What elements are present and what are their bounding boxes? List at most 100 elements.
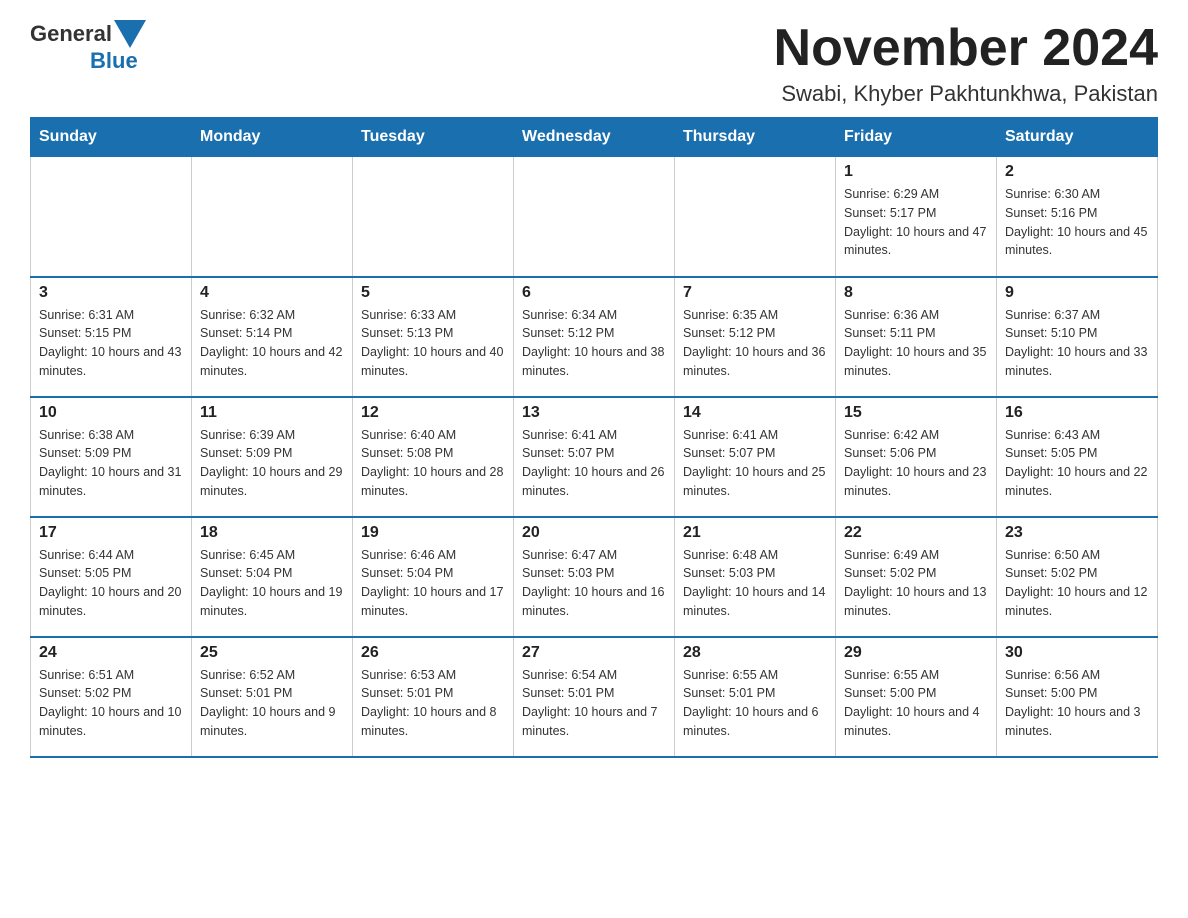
day-info: Sunrise: 6:34 AMSunset: 5:12 PMDaylight:…	[522, 306, 666, 381]
day-number: 28	[683, 644, 827, 662]
day-info: Sunrise: 6:46 AMSunset: 5:04 PMDaylight:…	[361, 546, 505, 621]
title-section: November 2024 Swabi, Khyber Pakhtunkhwa,…	[774, 20, 1158, 107]
day-number: 7	[683, 284, 827, 302]
day-info: Sunrise: 6:30 AMSunset: 5:16 PMDaylight:…	[1005, 185, 1149, 260]
calendar-cell	[31, 157, 192, 277]
calendar-cell: 19Sunrise: 6:46 AMSunset: 5:04 PMDayligh…	[353, 517, 514, 637]
day-info: Sunrise: 6:32 AMSunset: 5:14 PMDaylight:…	[200, 306, 344, 381]
calendar-cell: 29 Sunrise: 6:55 AMSunset: 5:00 PMDayligh…	[836, 637, 997, 757]
calendar-cell: 13 Sunrise: 6:41 AMSunset: 5:07 PMDayligh…	[514, 397, 675, 517]
day-number: 14	[683, 404, 827, 422]
logo-general-text: General	[30, 21, 112, 47]
calendar-header-sunday: Sunday	[31, 118, 192, 157]
calendar-week-row: 17 Sunrise: 6:44 AMSunset: 5:05 PMDayligh…	[31, 517, 1158, 637]
day-number: 10	[39, 404, 183, 422]
day-number: 21	[683, 524, 827, 542]
calendar-cell: 1 Sunrise: 6:29 AMSunset: 5:17 PMDaylight…	[836, 157, 997, 277]
day-number: 9	[1005, 284, 1149, 302]
calendar-cell: 8Sunrise: 6:36 AMSunset: 5:11 PMDaylight…	[836, 277, 997, 397]
day-info: Sunrise: 6:44 AMSunset: 5:05 PMDaylight:…	[39, 546, 183, 621]
calendar-cell: 12 Sunrise: 6:40 AMSunset: 5:08 PMDayligh…	[353, 397, 514, 517]
day-info: Sunrise: 6:53 AMSunset: 5:01 PMDaylight:…	[361, 666, 505, 741]
day-number: 23	[1005, 524, 1149, 542]
day-number: 15	[844, 404, 988, 422]
day-number: 18	[200, 524, 344, 542]
day-number: 12	[361, 404, 505, 422]
calendar-cell: 3 Sunrise: 6:31 AMSunset: 5:15 PMDaylight…	[31, 277, 192, 397]
calendar-cell: 20 Sunrise: 6:47 AMSunset: 5:03 PMDayligh…	[514, 517, 675, 637]
calendar-cell: 21 Sunrise: 6:48 AMSunset: 5:03 PMDayligh…	[675, 517, 836, 637]
day-info: Sunrise: 6:43 AMSunset: 5:05 PMDaylight:…	[1005, 426, 1149, 501]
day-info: Sunrise: 6:36 AMSunset: 5:11 PMDaylight:…	[844, 306, 988, 381]
calendar-cell: 24Sunrise: 6:51 AMSunset: 5:02 PMDayligh…	[31, 637, 192, 757]
day-number: 1	[844, 163, 988, 181]
day-info: Sunrise: 6:50 AMSunset: 5:02 PMDaylight:…	[1005, 546, 1149, 621]
calendar-table: SundayMondayTuesdayWednesdayThursdayFrid…	[30, 117, 1158, 758]
calendar-cell: 7 Sunrise: 6:35 AMSunset: 5:12 PMDaylight…	[675, 277, 836, 397]
calendar-cell: 4 Sunrise: 6:32 AMSunset: 5:14 PMDaylight…	[192, 277, 353, 397]
day-info: Sunrise: 6:29 AMSunset: 5:17 PMDaylight:…	[844, 185, 988, 260]
calendar-cell: 25 Sunrise: 6:52 AMSunset: 5:01 PMDayligh…	[192, 637, 353, 757]
day-number: 17	[39, 524, 183, 542]
calendar-cell: 30Sunrise: 6:56 AMSunset: 5:00 PMDayligh…	[997, 637, 1158, 757]
month-title: November 2024	[774, 20, 1158, 77]
calendar-cell	[353, 157, 514, 277]
day-info: Sunrise: 6:39 AMSunset: 5:09 PMDaylight:…	[200, 426, 344, 501]
calendar-cell: 28 Sunrise: 6:55 AMSunset: 5:01 PMDayligh…	[675, 637, 836, 757]
calendar-cell: 22Sunrise: 6:49 AMSunset: 5:02 PMDayligh…	[836, 517, 997, 637]
calendar-cell	[675, 157, 836, 277]
day-info: Sunrise: 6:40 AMSunset: 5:08 PMDaylight:…	[361, 426, 505, 501]
calendar-cell: 16 Sunrise: 6:43 AMSunset: 5:05 PMDayligh…	[997, 397, 1158, 517]
calendar-cell: 26Sunrise: 6:53 AMSunset: 5:01 PMDayligh…	[353, 637, 514, 757]
calendar-cell: 23 Sunrise: 6:50 AMSunset: 5:02 PMDayligh…	[997, 517, 1158, 637]
calendar-cell: 5Sunrise: 6:33 AMSunset: 5:13 PMDaylight…	[353, 277, 514, 397]
day-number: 29	[844, 644, 988, 662]
day-info: Sunrise: 6:52 AMSunset: 5:01 PMDaylight:…	[200, 666, 344, 741]
calendar-week-row: 10 Sunrise: 6:38 AMSunset: 5:09 PMDayligh…	[31, 397, 1158, 517]
day-info: Sunrise: 6:37 AMSunset: 5:10 PMDaylight:…	[1005, 306, 1149, 381]
calendar-cell: 11 Sunrise: 6:39 AMSunset: 5:09 PMDayligh…	[192, 397, 353, 517]
day-info: Sunrise: 6:48 AMSunset: 5:03 PMDaylight:…	[683, 546, 827, 621]
calendar-week-row: 3 Sunrise: 6:31 AMSunset: 5:15 PMDaylight…	[31, 277, 1158, 397]
day-info: Sunrise: 6:49 AMSunset: 5:02 PMDaylight:…	[844, 546, 988, 621]
day-number: 27	[522, 644, 666, 662]
calendar-cell	[514, 157, 675, 277]
day-number: 16	[1005, 404, 1149, 422]
day-info: Sunrise: 6:41 AMSunset: 5:07 PMDaylight:…	[683, 426, 827, 501]
calendar-header-friday: Friday	[836, 118, 997, 157]
day-info: Sunrise: 6:55 AMSunset: 5:01 PMDaylight:…	[683, 666, 827, 741]
day-info: Sunrise: 6:41 AMSunset: 5:07 PMDaylight:…	[522, 426, 666, 501]
day-info: Sunrise: 6:45 AMSunset: 5:04 PMDaylight:…	[200, 546, 344, 621]
day-number: 11	[200, 404, 344, 422]
calendar-header-saturday: Saturday	[997, 118, 1158, 157]
logo-blue-text: Blue	[90, 48, 138, 74]
calendar-header-thursday: Thursday	[675, 118, 836, 157]
day-info: Sunrise: 6:54 AMSunset: 5:01 PMDaylight:…	[522, 666, 666, 741]
location-subtitle: Swabi, Khyber Pakhtunkhwa, Pakistan	[774, 81, 1158, 107]
day-number: 25	[200, 644, 344, 662]
calendar-cell: 14 Sunrise: 6:41 AMSunset: 5:07 PMDayligh…	[675, 397, 836, 517]
day-number: 13	[522, 404, 666, 422]
day-number: 6	[522, 284, 666, 302]
day-number: 20	[522, 524, 666, 542]
day-number: 3	[39, 284, 183, 302]
day-info: Sunrise: 6:35 AMSunset: 5:12 PMDaylight:…	[683, 306, 827, 381]
day-info: Sunrise: 6:33 AMSunset: 5:13 PMDaylight:…	[361, 306, 505, 381]
calendar-week-row: 24Sunrise: 6:51 AMSunset: 5:02 PMDayligh…	[31, 637, 1158, 757]
calendar-header-row: SundayMondayTuesdayWednesdayThursdayFrid…	[31, 118, 1158, 157]
calendar-header-monday: Monday	[192, 118, 353, 157]
day-info: Sunrise: 6:38 AMSunset: 5:09 PMDaylight:…	[39, 426, 183, 501]
calendar-week-row: 1 Sunrise: 6:29 AMSunset: 5:17 PMDaylight…	[31, 157, 1158, 277]
calendar-cell: 18 Sunrise: 6:45 AMSunset: 5:04 PMDayligh…	[192, 517, 353, 637]
calendar-cell: 2Sunrise: 6:30 AMSunset: 5:16 PMDaylight…	[997, 157, 1158, 277]
day-number: 4	[200, 284, 344, 302]
day-number: 30	[1005, 644, 1149, 662]
logo: General Blue	[30, 20, 146, 74]
calendar-cell: 10 Sunrise: 6:38 AMSunset: 5:09 PMDayligh…	[31, 397, 192, 517]
day-info: Sunrise: 6:47 AMSunset: 5:03 PMDaylight:…	[522, 546, 666, 621]
calendar-header-tuesday: Tuesday	[353, 118, 514, 157]
calendar-cell: 9 Sunrise: 6:37 AMSunset: 5:10 PMDaylight…	[997, 277, 1158, 397]
day-info: Sunrise: 6:55 AMSunset: 5:00 PMDaylight:…	[844, 666, 988, 741]
day-info: Sunrise: 6:31 AMSunset: 5:15 PMDaylight:…	[39, 306, 183, 381]
calendar-cell: 27 Sunrise: 6:54 AMSunset: 5:01 PMDayligh…	[514, 637, 675, 757]
